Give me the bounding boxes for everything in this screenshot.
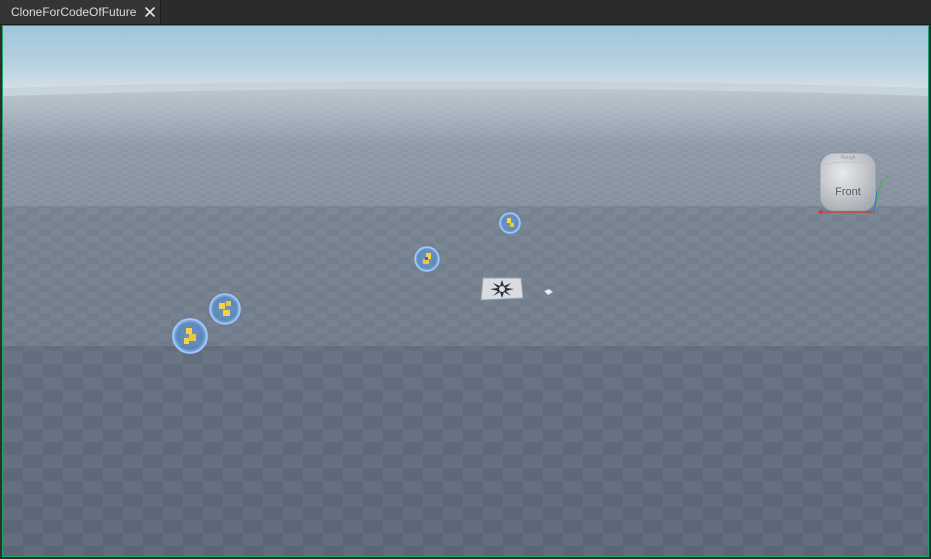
scene-canvas: Rough Front Y: [3, 81, 928, 556]
character-bubble-icon: [172, 318, 208, 354]
tab-label: CloneForCodeOfFuture: [11, 5, 137, 19]
axis-y-label: Y: [884, 172, 890, 182]
ground-mid-band: [3, 206, 928, 346]
ground-near-band: [3, 346, 928, 556]
horizon-haze: [3, 81, 928, 146]
spawn-pad-icon: [480, 277, 524, 301]
3d-viewport[interactable]: Rough Front Y: [2, 25, 929, 557]
tab-bar: CloneForCodeOfFuture: [0, 0, 931, 25]
view-cube-top-label: Rough: [841, 155, 856, 161]
character-bubble-icon: [414, 246, 440, 272]
view-cube-front-label: Front: [835, 186, 861, 198]
tab-clone-for-code-of-future[interactable]: CloneForCodeOfFuture: [0, 0, 161, 24]
close-icon[interactable]: [144, 6, 156, 18]
character-bubble-icon: [499, 212, 521, 234]
character-bubble-icon: [209, 293, 241, 325]
